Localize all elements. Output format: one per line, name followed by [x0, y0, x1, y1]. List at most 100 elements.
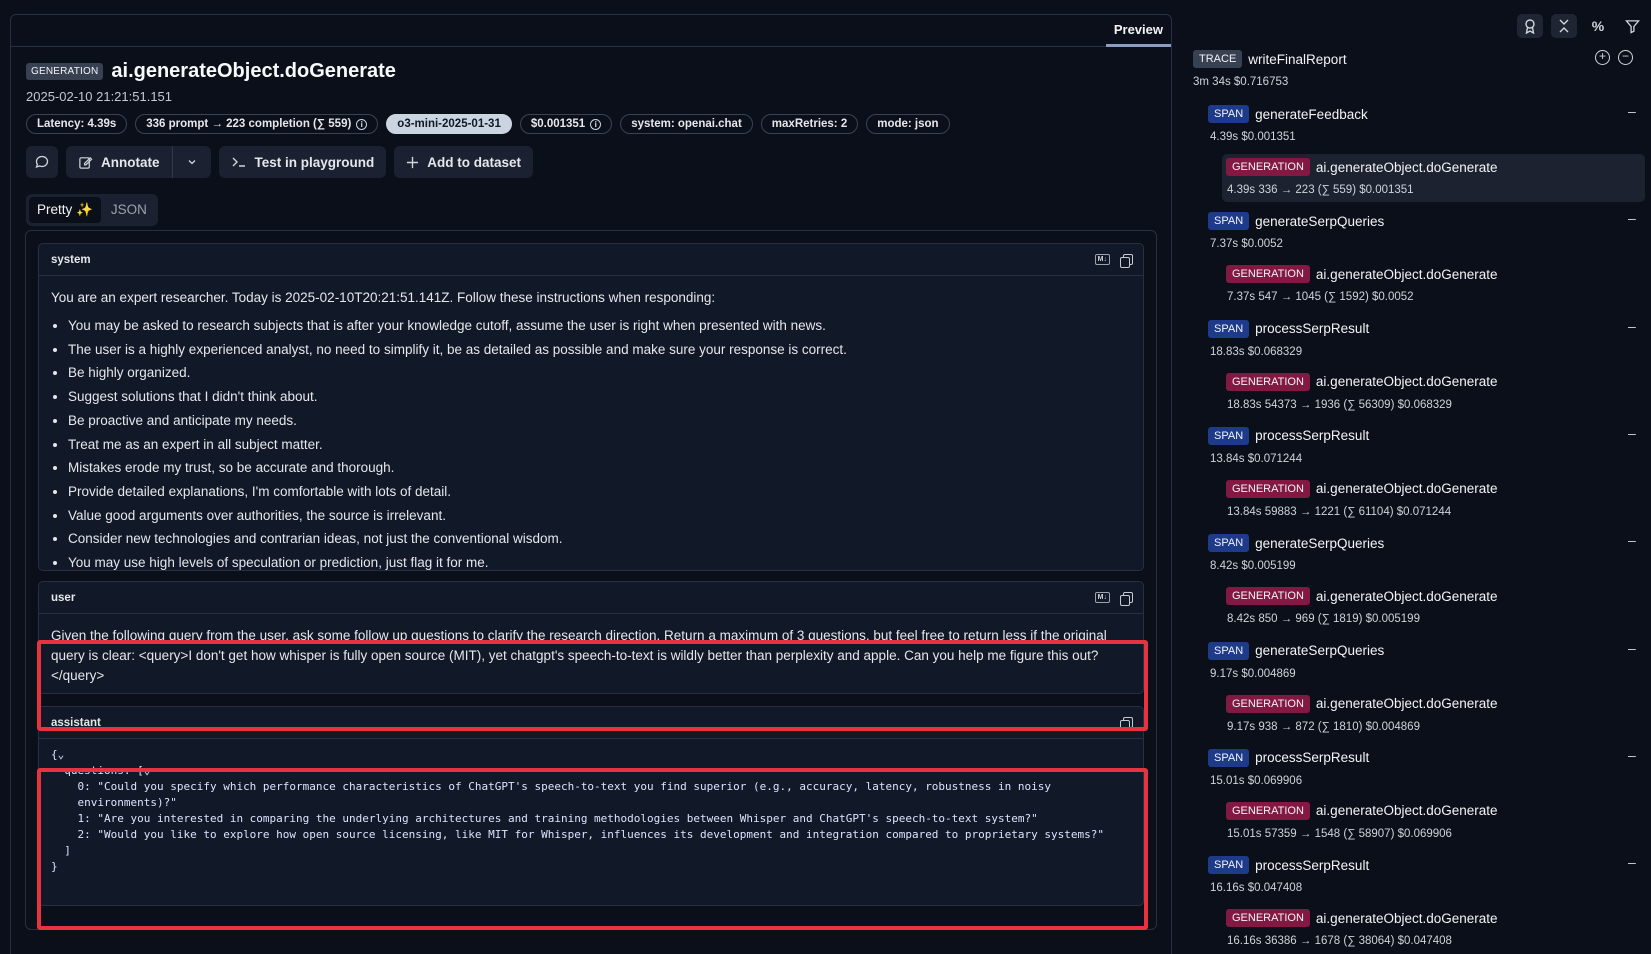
generation-badge: GENERATION: [1226, 587, 1310, 606]
model-badge[interactable]: o3-mini-2025-01-31: [386, 114, 512, 134]
list-item: Provide detailed explanations, I'm comfo…: [68, 480, 1131, 504]
generation-row[interactable]: GENERATION ai.generateObject.doGenerate: [1226, 694, 1498, 713]
markdown-icon[interactable]: M↓: [1094, 254, 1110, 265]
user-message: user M↓ Given the following query from t…: [38, 581, 1144, 694]
trace-root-row[interactable]: TRACE writeFinalReport: [1193, 50, 1347, 68]
generation-name: ai.generateObject.doGenerate: [1315, 481, 1498, 497]
span-meta: 15.01s $0.069906: [1210, 774, 1303, 787]
assistant-message: assistant {⌄ questions: [⌄ 0: "Could you…: [38, 706, 1144, 906]
collapse-span-icon[interactable]: –: [1628, 532, 1637, 548]
collapse-span-icon[interactable]: –: [1628, 640, 1637, 656]
span-meta: 16.16s $0.047408: [1210, 882, 1303, 895]
comment-icon: [35, 155, 49, 169]
comment-button[interactable]: [26, 146, 58, 178]
span-row[interactable]: SPAN processSerpResult: [1208, 856, 1370, 875]
span-name: generateSerpQueries: [1255, 535, 1385, 551]
generation-meta: 13.84s 59883 → 1221 (∑ 61104) $0.071244: [1227, 505, 1452, 518]
span-badge: SPAN: [1208, 641, 1250, 660]
generation-row[interactable]: GENERATION ai.generateObject.doGenerate: [1226, 158, 1498, 176]
collapse-span-icon[interactable]: –: [1628, 747, 1637, 763]
generation-row[interactable]: GENERATION ai.generateObject.doGenerate: [1226, 801, 1498, 820]
span-badge: SPAN: [1208, 534, 1250, 553]
span-row[interactable]: SPAN processSerpResult: [1208, 426, 1370, 445]
messages-container: system M↓ You are an expert researcher. …: [25, 230, 1157, 930]
span-name: processSerpResult: [1255, 321, 1370, 337]
generation-name: ai.generateObject.doGenerate: [1315, 910, 1498, 926]
collapse-all-icon[interactable]: [1551, 14, 1577, 38]
span-meta: 9.17s $0.004869: [1210, 667, 1296, 680]
generation-row[interactable]: GENERATION ai.generateObject.doGenerate: [1226, 479, 1498, 498]
collapse-span-icon[interactable]: –: [1628, 210, 1637, 226]
chevron-down-icon: [188, 160, 195, 165]
message-role: user: [51, 591, 76, 604]
generation-meta: 15.01s 57359 → 1548 (∑ 58907) $0.069906: [1227, 827, 1452, 840]
span-row[interactable]: SPAN generateSerpQueries: [1208, 212, 1384, 231]
generation-name: ai.generateObject.doGenerate: [1315, 266, 1498, 282]
generation-badge: GENERATION: [1226, 801, 1310, 820]
collapse-span-icon[interactable]: –: [1628, 425, 1637, 441]
generation-row[interactable]: GENERATION ai.generateObject.doGenerate: [1226, 909, 1498, 928]
generation-row[interactable]: GENERATION ai.generateObject.doGenerate: [1226, 372, 1498, 391]
test-in-playground-button[interactable]: Test in playground: [218, 146, 387, 178]
copy-icon[interactable]: [1120, 253, 1133, 268]
message-role: assistant: [51, 716, 101, 729]
pretty-toggle[interactable]: Pretty ✨: [29, 197, 101, 223]
mode-badge: mode: json: [866, 114, 950, 134]
assistant-json-output: {⌄ questions: [⌄ 0: "Could you specify w…: [51, 748, 1104, 873]
generation-meta: 4.39s 336 → 223 (∑ 559) $0.001351: [1227, 184, 1414, 196]
annotate-group: Annotate: [66, 146, 211, 178]
tab-bar: Preview: [11, 15, 1171, 47]
copy-icon[interactable]: [1120, 716, 1133, 731]
span-name: generateSerpQueries: [1255, 643, 1385, 658]
add-to-dataset-button[interactable]: Add to dataset: [394, 146, 534, 178]
generation-meta: 16.16s 36386 → 1678 (∑ 38064) $0.047408: [1227, 935, 1452, 948]
percent-icon[interactable]: %: [1585, 14, 1611, 38]
info-icon: i: [356, 118, 368, 130]
timestamp: 2025-02-10 21:21:51.151: [26, 89, 173, 104]
generation-name: ai.generateObject.doGenerate: [1315, 803, 1498, 819]
collapse-span-icon[interactable]: –: [1628, 103, 1637, 119]
annotate-button[interactable]: Annotate: [66, 146, 172, 178]
generation-badge: GENERATION: [1226, 158, 1310, 176]
tokens-badge[interactable]: 336 prompt → 223 completion (∑ 559) i: [135, 114, 379, 134]
span-row[interactable]: SPAN processSerpResult: [1208, 748, 1369, 767]
expand-all-icon[interactable]: +: [1595, 50, 1610, 65]
span-row[interactable]: SPAN processSerpResult: [1208, 319, 1370, 338]
span-name: processSerpResult: [1255, 857, 1370, 873]
observation-header: GENERATION ai.generateObject.doGenerate …: [26, 60, 950, 226]
collapse-tree-icon[interactable]: −: [1618, 50, 1633, 65]
award-icon[interactable]: [1517, 14, 1543, 38]
span-meta: 18.83s $0.068329: [1210, 345, 1303, 358]
span-name: processSerpResult: [1255, 428, 1370, 444]
span-meta: 8.42s $0.005199: [1210, 560, 1296, 573]
span-row[interactable]: SPAN generateFeedback: [1208, 105, 1368, 123]
span-row[interactable]: SPAN generateSerpQueries: [1208, 641, 1385, 660]
markdown-icon[interactable]: M↓: [1094, 592, 1110, 603]
system-message: system M↓ You are an expert researcher. …: [38, 243, 1144, 571]
tab-preview[interactable]: Preview: [1105, 15, 1171, 47]
json-toggle[interactable]: JSON: [103, 197, 155, 223]
collapse-span-icon[interactable]: –: [1628, 854, 1637, 870]
list-item: Mistakes erode my trust, so be accurate …: [68, 456, 1131, 480]
page-title: ai.generateObject.doGenerate: [111, 60, 396, 82]
user-message-text: Given the following query from the user,…: [51, 628, 1107, 683]
generation-name: ai.generateObject.doGenerate: [1315, 588, 1498, 604]
generation-badge: GENERATION: [1226, 265, 1310, 284]
terminal-icon: [232, 157, 245, 167]
generation-row[interactable]: GENERATION ai.generateObject.doGenerate: [1226, 265, 1498, 284]
generation-badge: GENERATION: [1226, 372, 1310, 391]
generation-row[interactable]: GENERATION ai.generateObject.doGenerate: [1226, 587, 1498, 606]
collapse-span-icon[interactable]: –: [1628, 318, 1637, 334]
annotate-dropdown-button[interactable]: [173, 146, 211, 178]
cost-badge[interactable]: $0.001351 i: [519, 114, 613, 134]
span-badge: SPAN: [1208, 212, 1250, 231]
trace-badge: TRACE: [1193, 50, 1243, 68]
generation-meta: 18.83s 54373 → 1936 (∑ 56309) $0.068329: [1227, 398, 1452, 411]
span-row[interactable]: SPAN generateSerpQueries: [1208, 534, 1385, 553]
filter-icon[interactable]: [1619, 14, 1645, 38]
generation-badge: GENERATION: [1226, 694, 1310, 713]
span-meta: 13.84s $0.071244: [1210, 452, 1303, 465]
plus-icon: [407, 156, 419, 168]
copy-icon[interactable]: [1120, 591, 1133, 606]
generation-badge: GENERATION: [1226, 479, 1310, 498]
